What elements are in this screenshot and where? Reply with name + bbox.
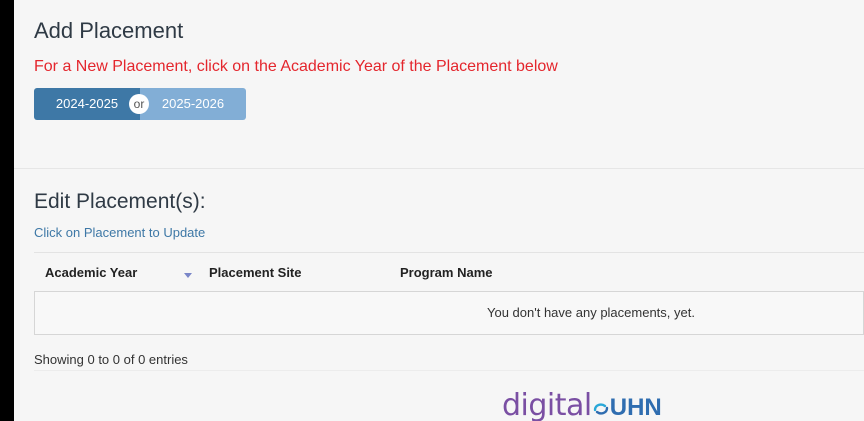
logo-text-digital: digital [502,388,592,421]
footer-divider [34,370,864,371]
column-header-academic-year[interactable]: Academic Year [45,265,137,280]
year-button-2025-2026[interactable]: 2025-2026 [140,88,246,120]
edit-placement-subtitle: Click on Placement to Update [34,225,206,240]
year-button-2024-2025[interactable]: 2024-2025 [34,88,140,120]
column-header-program-name[interactable]: Program Name [400,265,492,280]
sort-desc-icon[interactable] [184,273,192,278]
table-header-row: Academic Year Placement Site Program Nam… [34,253,864,291]
or-separator: or [129,94,149,114]
uhn-swirl-icon [593,401,609,417]
page-frame: Add Placement For a New Placement, click… [14,0,864,421]
edit-placement-title: Edit Placement(s): [34,190,206,213]
digital-uhn-logo: digital UHN [502,388,662,421]
academic-year-button-group: 2024-2025 2025-2026 or [34,88,246,120]
add-placement-instruction: For a New Placement, click on the Academ… [34,58,558,75]
placements-table: Academic Year Placement Site Program Nam… [34,252,864,335]
table-empty-row: You don't have any placements, yet. [34,291,864,335]
logo-text-uhn: UHN [609,394,662,421]
table-empty-message: You don't have any placements, yet. [487,305,695,320]
table-entries-info: Showing 0 to 0 of 0 entries [34,352,188,367]
edit-placement-panel: Edit Placement(s): Click on Placement to… [14,170,864,421]
add-placement-title: Add Placement [34,18,184,43]
column-header-placement-site[interactable]: Placement Site [209,265,302,280]
add-placement-panel: Add Placement For a New Placement, click… [14,6,864,169]
